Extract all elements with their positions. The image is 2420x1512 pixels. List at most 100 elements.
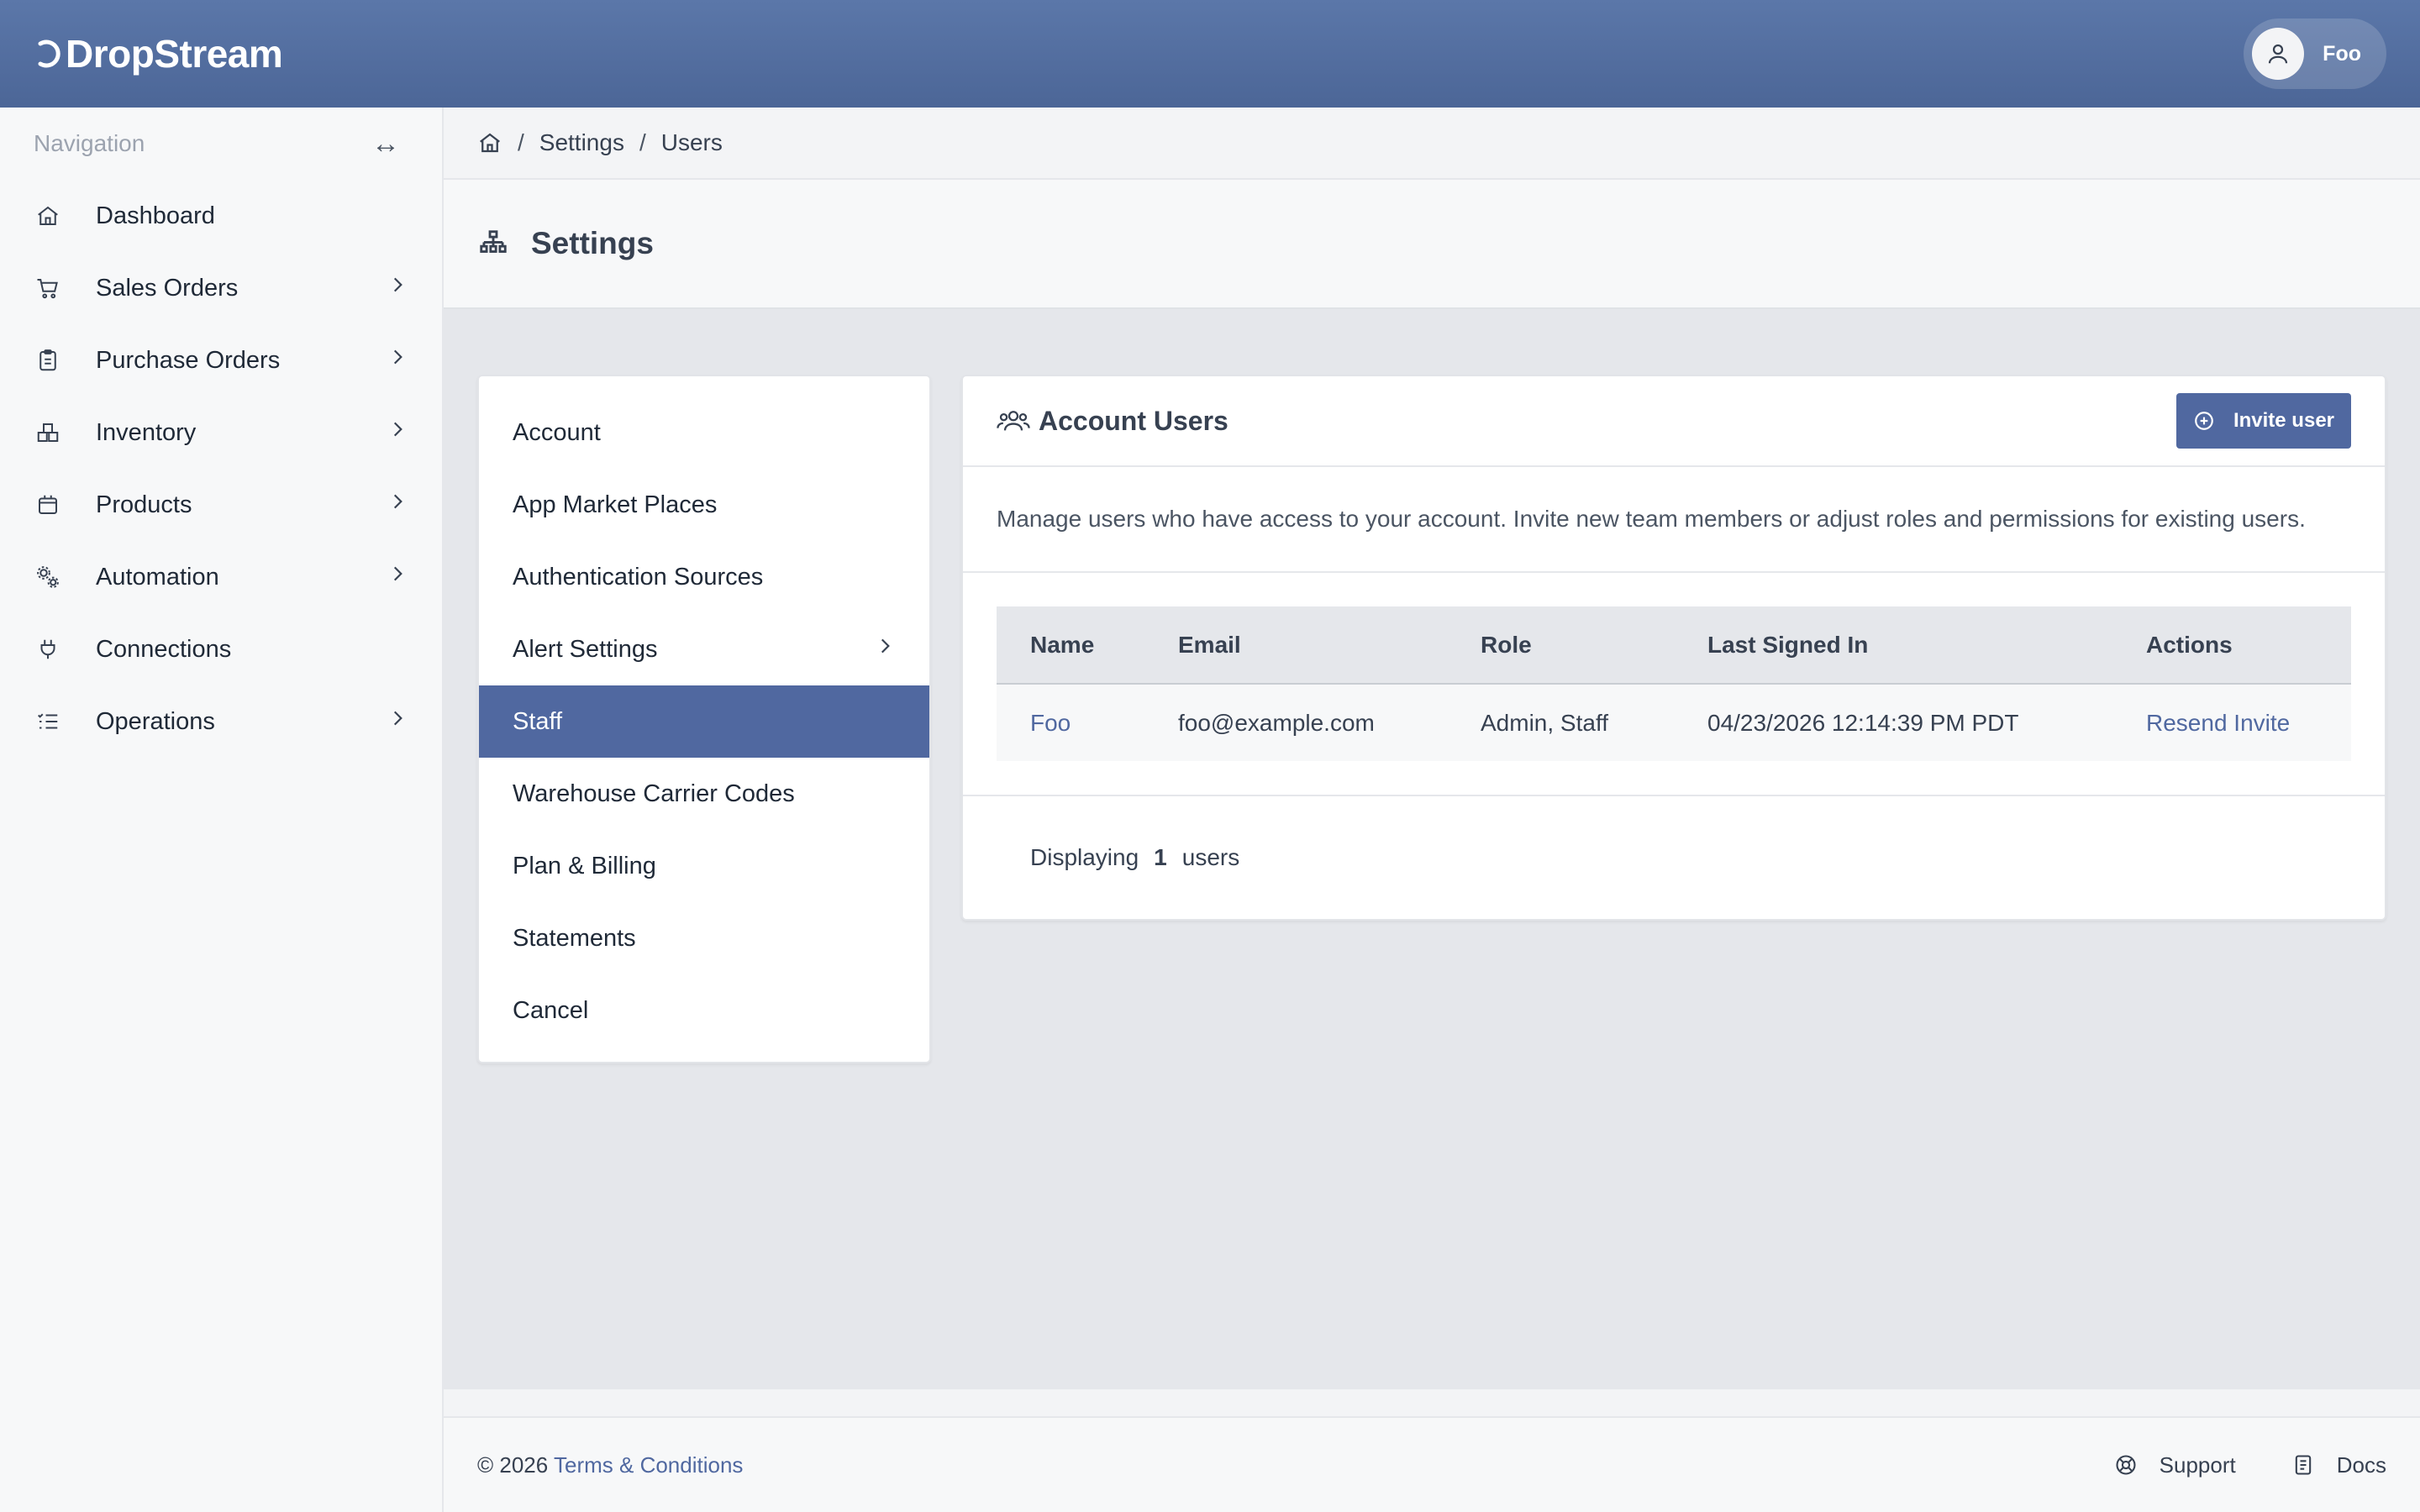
breadcrumb: / Settings / Users — [444, 108, 2420, 180]
docs-label: Docs — [2336, 1452, 2386, 1478]
copyright-text: © 2026 — [477, 1452, 549, 1478]
top-bar: DropStream Foo — [0, 0, 2420, 108]
card-title: Account Users — [997, 406, 1228, 437]
sidebar-item-sales-orders[interactable]: Sales Orders — [0, 252, 442, 324]
clipboard-icon — [39, 349, 56, 371]
invite-user-label: Invite user — [2233, 409, 2334, 432]
users-table: Name Email Role Last Signed In Actions F… — [997, 606, 2351, 761]
users-icon — [997, 411, 1030, 431]
main-area: / Settings / Users Settings Account App … — [444, 108, 2420, 1512]
chevron-right-icon — [393, 422, 402, 437]
collapse-sidebar-icon[interactable]: ↔ — [371, 128, 400, 160]
table-header-row: Name Email Role Last Signed In Actions — [997, 606, 2351, 685]
settings-item-label: Warehouse Carrier Codes — [513, 780, 795, 807]
settings-item-alert-settings[interactable]: Alert Settings — [479, 613, 929, 685]
user-count: 1 — [1154, 844, 1167, 870]
settings-item-cancel[interactable]: Cancel — [479, 974, 929, 1047]
breadcrumb-separator: / — [639, 129, 646, 155]
sidebar-item-label: Dashboard — [96, 202, 215, 229]
page-footer: © 2026 Terms & Conditions Support Docs — [444, 1416, 2420, 1512]
sidebar-item-inventory[interactable]: Inventory — [0, 396, 442, 469]
settings-item-app-market-places[interactable]: App Market Places — [479, 469, 929, 541]
users-table-wrapper: Name Email Role Last Signed In Actions F… — [963, 573, 2385, 796]
footer-left: © 2026 Terms & Conditions — [477, 1452, 743, 1478]
footer-right: Support Docs — [2059, 1452, 2386, 1478]
user-last-signed-in: 04/23/2026 12:14:39 PM PDT — [1707, 709, 2019, 736]
chevron-right-icon — [393, 494, 402, 509]
card-title-text: Account Users — [1039, 405, 1228, 436]
settings-item-plan-billing[interactable]: Plan & Billing — [479, 830, 929, 902]
breadcrumb-separator: / — [518, 129, 524, 155]
chevron-right-icon — [393, 711, 402, 726]
home-icon — [38, 206, 58, 225]
settings-item-warehouse-carrier-codes[interactable]: Warehouse Carrier Codes — [479, 758, 929, 830]
dropstream-logo-icon — [38, 39, 60, 68]
sidebar-item-dashboard[interactable]: Dashboard — [0, 180, 442, 252]
breadcrumb-users: Users — [660, 129, 723, 155]
user-name-link[interactable]: Foo — [997, 684, 1144, 761]
settings-item-account[interactable]: Account — [479, 396, 929, 469]
app-logo[interactable]: DropStream — [34, 31, 283, 76]
cart-icon — [37, 279, 58, 299]
settings-item-label: Statements — [513, 924, 636, 952]
settings-item-label: Account — [513, 418, 601, 446]
page-header: Settings — [444, 180, 2420, 309]
card-description: Manage users who have access to your acc… — [963, 467, 2385, 573]
lifebuoy-icon — [2116, 1455, 2136, 1475]
support-label: Support — [2159, 1452, 2236, 1478]
plus-circle-icon — [2195, 412, 2213, 430]
package-icon — [39, 495, 57, 514]
sidebar-item-label: Automation — [96, 563, 219, 591]
breadcrumb-settings[interactable]: Settings — [539, 129, 624, 156]
settings-item-label: Cancel — [513, 996, 589, 1024]
sidebar-item-label: Operations — [96, 707, 215, 735]
card-footer: Displaying 1 users — [963, 796, 2385, 919]
settings-item-label: Plan & Billing — [513, 852, 656, 879]
column-header-actions: Actions — [2112, 606, 2351, 685]
settings-item-statements[interactable]: Statements — [479, 902, 929, 974]
user-email: foo@example.com — [1178, 709, 1375, 736]
column-header-name: Name — [997, 606, 1144, 685]
settings-item-label: App Market Places — [513, 491, 718, 518]
content-area: Account App Market Places Authentication… — [444, 309, 2420, 1389]
chevron-right-icon — [881, 638, 890, 654]
sidebar-item-label: Connections — [96, 635, 232, 663]
terms-link[interactable]: Terms & Conditions — [554, 1452, 743, 1478]
sidebar-item-automation[interactable]: Automation — [0, 541, 442, 613]
settings-item-staff[interactable]: Staff — [479, 685, 929, 758]
chevron-right-icon — [393, 349, 402, 365]
sitemap-icon — [480, 230, 507, 253]
sidebar-header: Navigation ↔ — [0, 108, 442, 180]
user-name: Foo — [2323, 41, 2361, 66]
column-header-email: Email — [1144, 606, 1447, 685]
home-icon[interactable] — [477, 130, 502, 155]
avatar — [2252, 28, 2305, 80]
sidebar-item-connections[interactable]: Connections — [0, 613, 442, 685]
column-header-last-signed-in: Last Signed In — [1674, 606, 2112, 685]
sidebar-item-label: Products — [96, 491, 192, 518]
sidebar-heading: Navigation — [34, 130, 145, 156]
chevron-right-icon — [393, 566, 402, 581]
user-role: Admin, Staff — [1481, 709, 1609, 736]
card-header: Account Users Invite user — [963, 376, 2385, 467]
account-users-card: Account Users Invite user Manage users w… — [961, 375, 2386, 921]
docs-link[interactable]: Docs — [2291, 1452, 2386, 1478]
footer-prefix: Displaying — [1030, 844, 1139, 870]
sidebar-item-products[interactable]: Products — [0, 469, 442, 541]
resend-invite-link[interactable]: Resend Invite — [2112, 684, 2351, 761]
user-menu[interactable]: Foo — [2244, 18, 2386, 89]
invite-user-button[interactable]: Invite user — [2175, 393, 2351, 449]
settings-item-label: Staff — [513, 707, 563, 735]
logo-text: DropStream — [66, 32, 283, 76]
sidebar-item-purchase-orders[interactable]: Purchase Orders — [0, 324, 442, 396]
settings-item-authentication-sources[interactable]: Authentication Sources — [479, 541, 929, 613]
user-icon — [2269, 44, 2288, 64]
settings-menu: Account App Market Places Authentication… — [477, 375, 931, 1063]
table-row: Foo foo@example.com Admin, Staff 04/23/2… — [997, 684, 2351, 761]
column-header-role: Role — [1447, 606, 1674, 685]
sidebar-item-operations[interactable]: Operations — [0, 685, 442, 758]
sidebar-item-label: Inventory — [96, 418, 197, 446]
settings-item-label: Alert Settings — [513, 635, 658, 663]
footer-suffix: users — [1181, 844, 1240, 870]
support-link[interactable]: Support — [2114, 1452, 2236, 1478]
